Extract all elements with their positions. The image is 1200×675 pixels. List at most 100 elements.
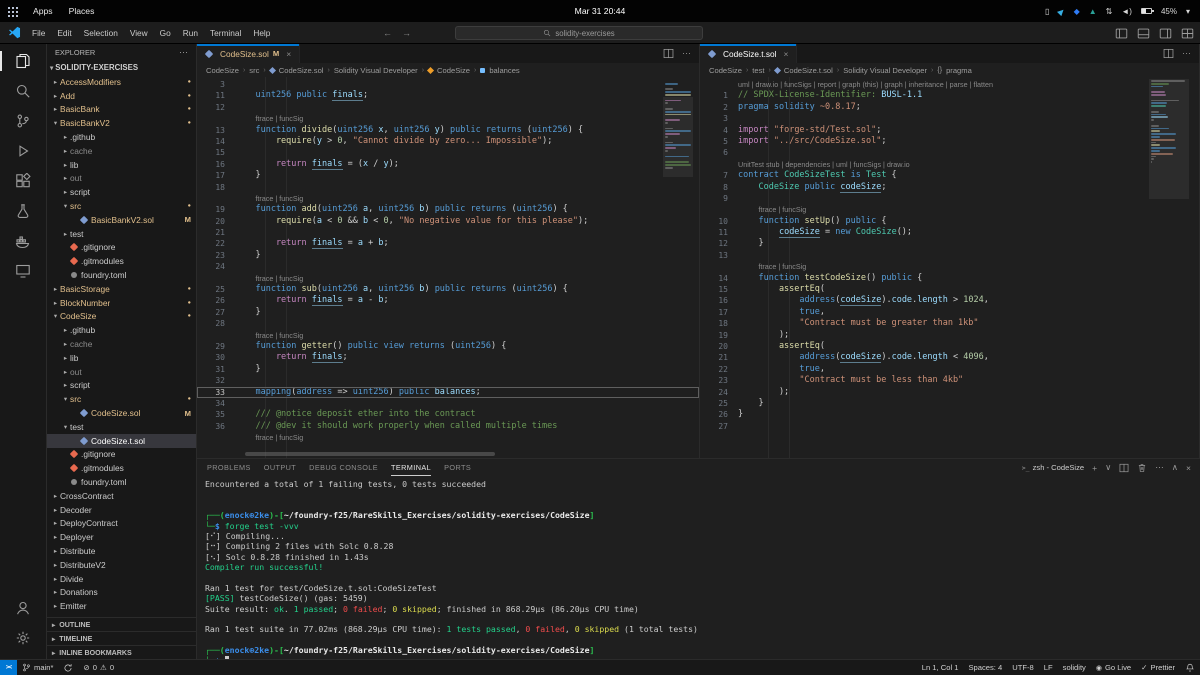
codelens-row[interactable]: ftrace | funcSig [700, 261, 1199, 272]
terminal-shell-tab[interactable]: >_ zsh - CodeSize [1022, 463, 1084, 472]
tree-item-Deployer[interactable]: ▸ Deployer [47, 530, 196, 544]
code-editor-codesize-sol[interactable]: 3 11 uint256 public finals; 12 ftrace | fun… [197, 77, 699, 458]
code-line[interactable]: 36 /// @dev it should work properly when… [197, 421, 699, 432]
code-line[interactable]: 12 } [700, 238, 1199, 249]
places-menu[interactable]: Places [62, 0, 102, 22]
breadcrumb-item[interactable]: CodeSize.sol [279, 66, 324, 75]
panel-more-actions-icon[interactable]: ⋯ [1155, 462, 1164, 473]
tree-item-out[interactable]: ▸ out [47, 172, 196, 186]
menu-edit[interactable]: Edit [51, 22, 77, 43]
tree-item-CodeSize.sol[interactable]: CodeSize.sol M [47, 406, 196, 420]
kill-terminal-icon[interactable] [1137, 463, 1147, 473]
problems-item[interactable]: ⊘ 0 ⚠ 0 [78, 660, 119, 675]
code-line[interactable]: 28 [197, 318, 699, 329]
tab-codesize-sol[interactable]: CodeSize.sol M × [197, 44, 301, 63]
code-line[interactable]: 12 [197, 102, 699, 113]
code-line[interactable]: 17 } [197, 170, 699, 181]
breadcrumb-item[interactable]: Solidity Visual Developer [843, 66, 927, 75]
settings-gear-icon[interactable] [0, 623, 47, 653]
menu-file[interactable]: File [26, 22, 51, 43]
tree-item-Divide[interactable]: ▸ Divide [47, 572, 196, 586]
code-line[interactable]: 35 /// @notice deposit ether into the co… [197, 409, 699, 420]
tree-item-script[interactable]: ▸ script [47, 379, 196, 393]
menu-terminal[interactable]: Terminal [204, 22, 247, 43]
code-line[interactable]: 20 require(a < 0 && b < 0, "No negative … [197, 216, 699, 227]
testing-icon[interactable] [0, 196, 47, 226]
tree-item-lib[interactable]: ▸ lib [47, 158, 196, 172]
code-line[interactable]: 19 ); [700, 330, 1199, 341]
remote-explorer-icon[interactable] [0, 256, 47, 286]
code-line[interactable]: 15 assertEq( [700, 284, 1199, 295]
code-line[interactable]: 25 function sub(uint256 a, uint256 b) pu… [197, 284, 699, 295]
tree-item-Emitter[interactable]: ▸ Emitter [47, 599, 196, 613]
code-line[interactable]: 11 codeSize = new CodeSize(); [700, 227, 1199, 239]
code-line[interactable]: 24 ); [700, 387, 1199, 398]
timeline-section[interactable]: ▸ TIMELINE [47, 631, 196, 645]
codelens-row[interactable]: uml | draw.io | funcSigs | report | grap… [700, 79, 1199, 90]
panel-tab-debug-console[interactable]: DEBUG CONSOLE [309, 459, 378, 476]
code-line[interactable]: 22 true, [700, 364, 1199, 375]
panel-tab-problems[interactable]: PROBLEMS [207, 459, 251, 476]
tree-item-DeployContract[interactable]: ▸ DeployContract [47, 517, 196, 531]
codelens-row[interactable]: ftrace | funcSig [197, 432, 699, 443]
code-line[interactable]: 14 function testCodeSize() public { [700, 273, 1199, 284]
toggle-panel-icon[interactable] [1137, 27, 1150, 40]
code-line[interactable]: 26} [700, 409, 1199, 420]
code-line[interactable]: 24 [197, 261, 699, 272]
customize-layout-icon[interactable] [1181, 27, 1194, 40]
run-debug-icon[interactable] [0, 136, 47, 166]
nav-forward-icon[interactable]: → [402, 28, 411, 38]
panel-tab-ports[interactable]: PORTS [444, 459, 471, 476]
notifications-item[interactable] [1180, 660, 1200, 675]
menu-run[interactable]: Run [177, 22, 204, 43]
code-line[interactable]: 27 [700, 421, 1199, 432]
git-branch-item[interactable]: main* [17, 660, 58, 675]
outline-section[interactable]: ▸ OUTLINE [47, 617, 196, 631]
code-line[interactable]: 16 address(codeSize).code.length > 1024, [700, 295, 1199, 307]
tree-item-BasicBankV2.sol[interactable]: BasicBankV2.sol M [47, 213, 196, 227]
tree-item-.gitignore[interactable]: .gitignore [47, 241, 196, 255]
prettier-item[interactable]: ✓ Prettier [1136, 660, 1180, 675]
code-line[interactable]: 8 CodeSize public codeSize; [700, 181, 1199, 193]
code-line[interactable]: 23 "Contract must be less than 4kb" [700, 375, 1199, 386]
tree-item-BasicBank[interactable]: ▸ BasicBank ● [47, 103, 196, 117]
tree-item-script[interactable]: ▸ script [47, 185, 196, 199]
close-tab-icon[interactable]: × [286, 49, 291, 59]
editor-more-actions-icon[interactable]: ⋯ [1182, 48, 1191, 59]
remote-indicator[interactable]: >< [0, 660, 17, 675]
tree-item-BasicBankV2[interactable]: ▾ BasicBankV2 ● [47, 116, 196, 130]
tree-item-CodeSize.t.sol[interactable]: CodeSize.t.sol [47, 433, 196, 448]
tree-item-cache[interactable]: ▸ cache [47, 337, 196, 351]
code-line[interactable]: 32 [197, 375, 699, 386]
code-line[interactable]: 29 function getter() public view returns… [197, 341, 699, 352]
codelens-row[interactable]: ftrace | funcSig [197, 330, 699, 341]
project-root[interactable]: ▾ SOLIDITY-EXERCISES [47, 60, 196, 75]
panel-tab-terminal[interactable]: TERMINAL [391, 459, 432, 476]
tree-item-AccessModifiers[interactable]: ▸ AccessModifiers ● [47, 75, 196, 89]
code-line[interactable]: 19 function add(uint256 a, uint256 b) pu… [197, 204, 699, 215]
tree-item-.gitignore[interactable]: .gitignore [47, 448, 196, 462]
code-line[interactable]: 5 import "../src/CodeSize.sol"; [700, 136, 1199, 147]
code-line[interactable]: 21 address(codeSize).code.length < 4096, [700, 352, 1199, 364]
indentation-item[interactable]: Spaces: 4 [963, 660, 1007, 675]
breadcrumb-item[interactable]: Solidity Visual Developer [334, 66, 418, 75]
codelens-row[interactable]: ftrace | funcSig [197, 193, 699, 204]
tree-item-.gitmodules[interactable]: .gitmodules [47, 254, 196, 268]
nav-back-icon[interactable]: ← [383, 28, 392, 38]
code-line[interactable]: 20 assertEq( [700, 341, 1199, 352]
menu-help[interactable]: Help [247, 22, 276, 43]
codelens-row[interactable]: UnitTest stub | dependencies | uml | fun… [700, 159, 1199, 170]
explorer-icon[interactable] [0, 46, 47, 76]
code-line[interactable]: 25 } [700, 398, 1199, 409]
menu-go[interactable]: Go [154, 22, 177, 43]
code-line[interactable]: 26 return finals = a - b; [197, 295, 699, 307]
split-editor-icon[interactable] [663, 48, 674, 59]
editor-more-actions-icon[interactable]: ⋯ [682, 48, 691, 59]
code-line[interactable]: 18 "Contract must be greater than 1kb" [700, 318, 1199, 329]
command-center-search[interactable]: solidity-exercises [455, 26, 703, 40]
tree-item-Distribute[interactable]: ▸ Distribute [47, 544, 196, 558]
toggle-secondary-sidebar-icon[interactable] [1159, 27, 1172, 40]
breadcrumb-item[interactable]: src [249, 66, 259, 75]
distro-menu-icon[interactable] [8, 5, 24, 17]
tree-item-src[interactable]: ▾ src ● [47, 392, 196, 406]
